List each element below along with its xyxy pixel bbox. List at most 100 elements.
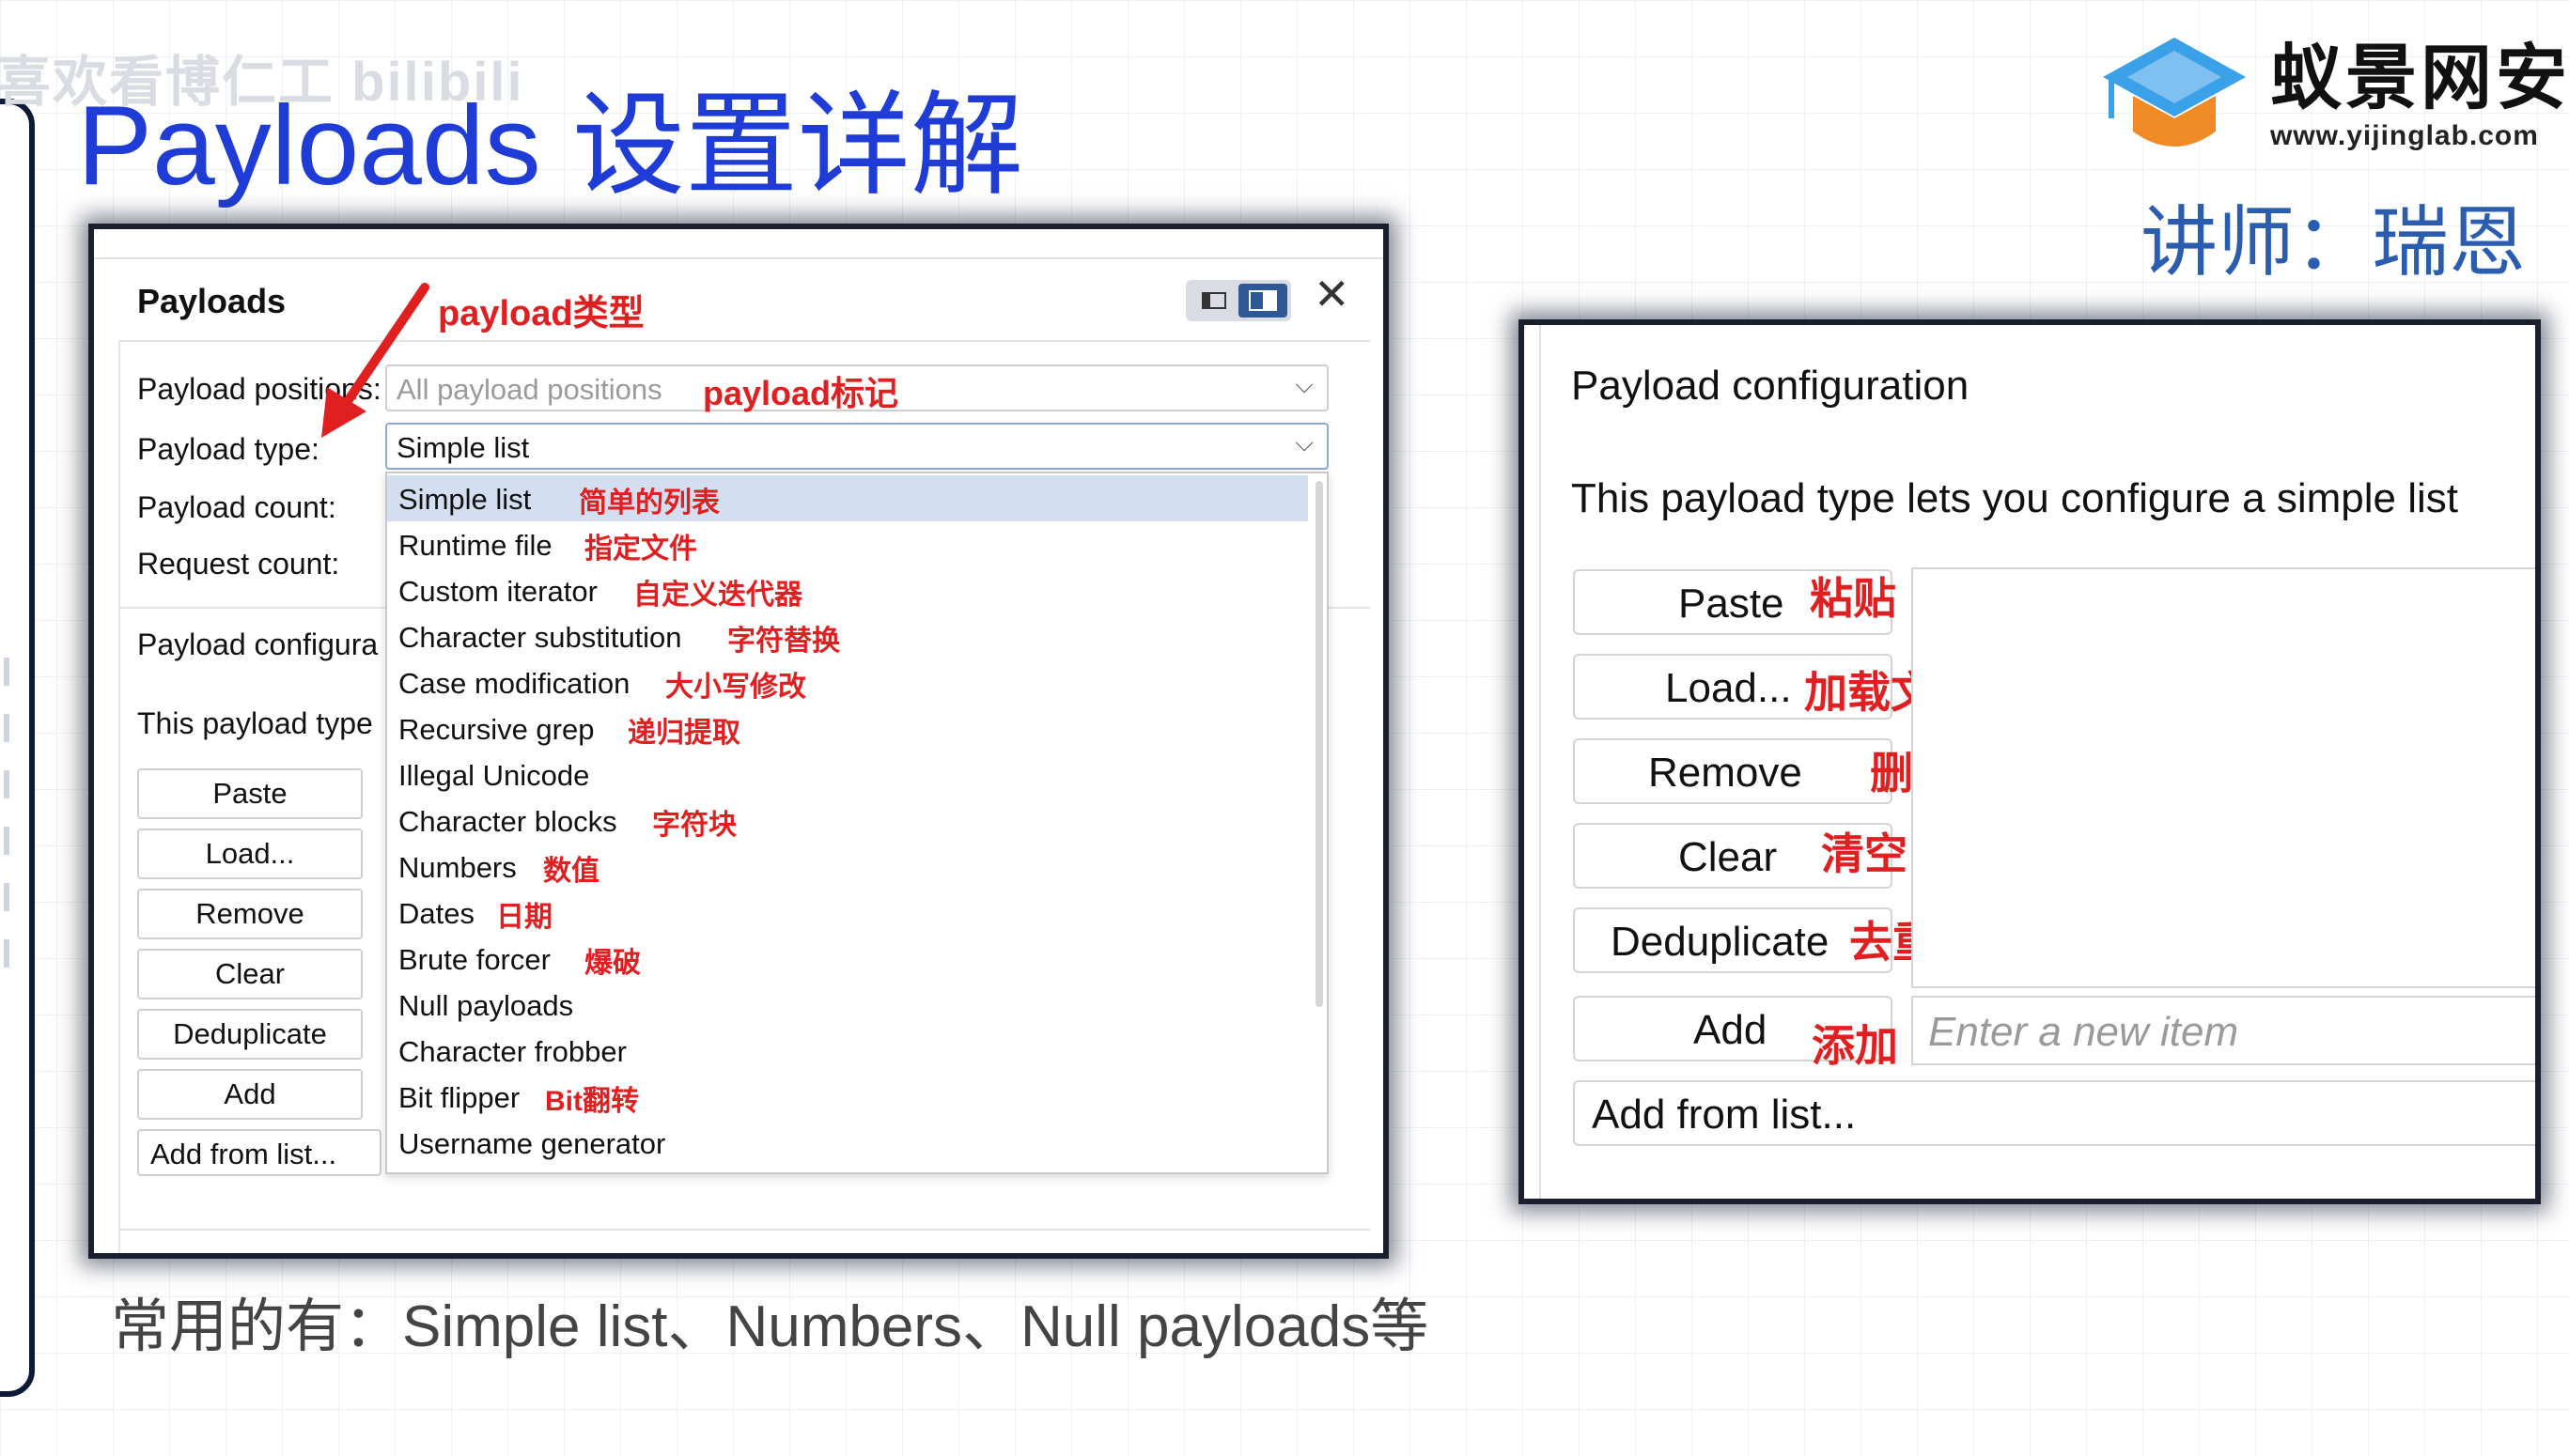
payload-count-label: Payload count: — [137, 490, 336, 524]
dropdown-option[interactable]: Custom iterator 自定义迭代器 — [387, 567, 1308, 613]
payload-type-dropdown[interactable]: Simple list 简单的列表 Runtime file 指定文件 Custom… — [385, 472, 1329, 1174]
clear-button[interactable]: Clear — [137, 949, 363, 999]
dropdown-option[interactable]: Dates 日期 — [387, 890, 1308, 936]
remove-button[interactable]: Remove删除 — [1573, 738, 1956, 804]
option-label: Recursive grep — [398, 713, 595, 746]
graduation-cap-icon — [2103, 38, 2246, 147]
slide-title: Payloads 设置详解 — [77, 83, 1023, 209]
option-label: Character blocks — [398, 805, 617, 838]
load-button[interactable]: Load... 加载文件 — [1573, 654, 1977, 720]
option-note: 日期 — [496, 902, 553, 933]
add-from-list-button[interactable]: Add from list... — [1573, 1080, 2535, 1146]
payload-type-select[interactable]: Simple list ⌵ — [385, 423, 1329, 470]
option-label: Dates — [398, 897, 475, 930]
logo-url: www.yijinglab.com — [2270, 120, 2539, 151]
dropdown-option[interactable]: Recursive grep 递归提取 — [387, 705, 1308, 751]
load-button[interactable]: Load... — [137, 829, 363, 879]
dropdown-option[interactable]: Character frobber — [387, 1028, 1308, 1074]
paste-button[interactable]: Paste — [137, 768, 363, 819]
option-note: 指定文件 — [584, 534, 697, 565]
dropdown-option[interactable]: Bit flipper Bit翻转 — [387, 1074, 1308, 1120]
paste-button[interactable]: Paste 粘贴 — [1573, 569, 1896, 635]
payload-list[interactable] — [1911, 567, 2535, 988]
option-label: Simple list — [398, 483, 532, 516]
clear-button[interactable]: Clear 清空 — [1573, 823, 1907, 889]
input-placeholder: Enter a new item — [1928, 1009, 2239, 1055]
dropdown-option[interactable]: Null payloads — [387, 982, 1308, 1028]
instructor-name: 讲师：瑞恩 — [2141, 200, 2527, 286]
option-note: 数值 — [543, 856, 599, 887]
red-arrow-icon — [321, 283, 429, 438]
dropdown-option[interactable]: Illegal Unicode — [387, 751, 1308, 798]
dropdown-scrollbar[interactable] — [1316, 481, 1323, 1007]
payloads-panel: Payloads payload类型 ✕ Payload positions: … — [88, 224, 1389, 1259]
option-note: 递归提取 — [628, 718, 740, 749]
dropdown-option[interactable]: Case modification 大小写修改 — [387, 659, 1308, 705]
option-note: 简单的列表 — [579, 488, 720, 519]
option-label: Character substitution — [398, 621, 682, 654]
new-item-input[interactable]: Enter a new item — [1911, 996, 2535, 1065]
option-label: Username generator — [398, 1127, 666, 1160]
divider — [94, 257, 1383, 259]
dropdown-option[interactable]: Runtime file 指定文件 — [387, 521, 1308, 567]
divider — [120, 340, 1370, 342]
divider — [120, 1229, 1370, 1231]
payload-type-description: This payload type — [137, 706, 373, 740]
close-icon[interactable]: ✕ — [1314, 272, 1350, 316]
button-label: Load... — [1665, 665, 1792, 711]
button-label: Clear — [1678, 834, 1778, 880]
layout-vertical-icon[interactable] — [1238, 284, 1287, 318]
option-note: 自定义迭代器 — [633, 580, 802, 611]
annotation-payload-type: payload类型 — [438, 294, 645, 333]
option-note: 大小写修改 — [665, 672, 806, 703]
payload-positions-select[interactable]: All payload positions payload标记 ⌵ — [385, 364, 1329, 412]
dropdown-option[interactable]: Character blocks 字符块 — [387, 798, 1308, 844]
option-label: Custom iterator — [398, 575, 598, 608]
annotation-payload-marker: payload标记 — [703, 374, 899, 412]
config-title: Payload configuration — [1571, 363, 1970, 409]
payload-configuration-panel: Payload configuration This payload type … — [1518, 319, 2541, 1204]
add-button[interactable]: Add — [137, 1069, 363, 1120]
select-value: All payload positions — [397, 373, 662, 406]
button-label: Add — [1693, 1007, 1767, 1053]
option-label: Case modification — [398, 667, 631, 700]
deduplicate-button[interactable]: Deduplicate — [137, 1009, 363, 1060]
chevron-down-icon: ⌵ — [1295, 428, 1314, 457]
slide-caption: 常用的有：Simple list、Numbers、Null payloads等 — [111, 1294, 1429, 1359]
option-label: Bit flipper — [398, 1081, 521, 1114]
config-description: This payload type lets you configure a s… — [1571, 475, 2459, 521]
button-note: 清空 — [1821, 829, 1907, 878]
option-note: 爆破 — [584, 948, 641, 979]
add-from-list-button[interactable]: Add from list... — [137, 1129, 381, 1176]
logo-name: 蚁景网安 — [2270, 39, 2569, 118]
dropdown-option[interactable]: Character substitution 字符替换 — [387, 613, 1308, 659]
button-note: 添加 — [1812, 1021, 1898, 1070]
option-note: 字符替换 — [727, 626, 840, 657]
payload-configuration-label: Payload configura — [137, 627, 379, 661]
dropdown-option[interactable]: Simple list 简单的列表 — [387, 475, 1308, 521]
dropdown-option[interactable]: Numbers 数值 — [387, 844, 1308, 890]
button-label: Deduplicate — [1611, 919, 1829, 965]
remove-button[interactable]: Remove — [137, 889, 363, 939]
dropdown-option[interactable]: Username generator — [387, 1120, 1308, 1166]
deduplicate-button[interactable]: Deduplicate 去重 — [1573, 907, 1936, 973]
button-label: Paste — [1678, 581, 1784, 627]
option-label: Runtime file — [398, 529, 553, 562]
view-toggle[interactable] — [1186, 280, 1291, 321]
divider — [1539, 325, 1541, 1199]
layout-horizontal-icon[interactable] — [1193, 287, 1235, 314]
request-count-label: Request count: — [137, 547, 340, 581]
option-label: Brute forcer — [398, 943, 551, 976]
option-note: Bit翻转 — [545, 1086, 639, 1117]
option-note: 字符块 — [652, 810, 737, 841]
add-button[interactable]: Add 添加 — [1573, 996, 1898, 1070]
payload-type-label: Payload type: — [137, 432, 319, 466]
option-label: Numbers — [398, 851, 517, 884]
option-label: Illegal Unicode — [398, 759, 590, 792]
left-edge-dots — [4, 658, 9, 996]
option-label: Null payloads — [398, 989, 574, 1022]
panel-title: Payloads — [137, 282, 287, 320]
dropdown-option[interactable]: Brute forcer 爆破 — [387, 936, 1308, 982]
option-label: Character frobber — [398, 1035, 627, 1068]
button-label: Remove — [1648, 750, 1802, 796]
